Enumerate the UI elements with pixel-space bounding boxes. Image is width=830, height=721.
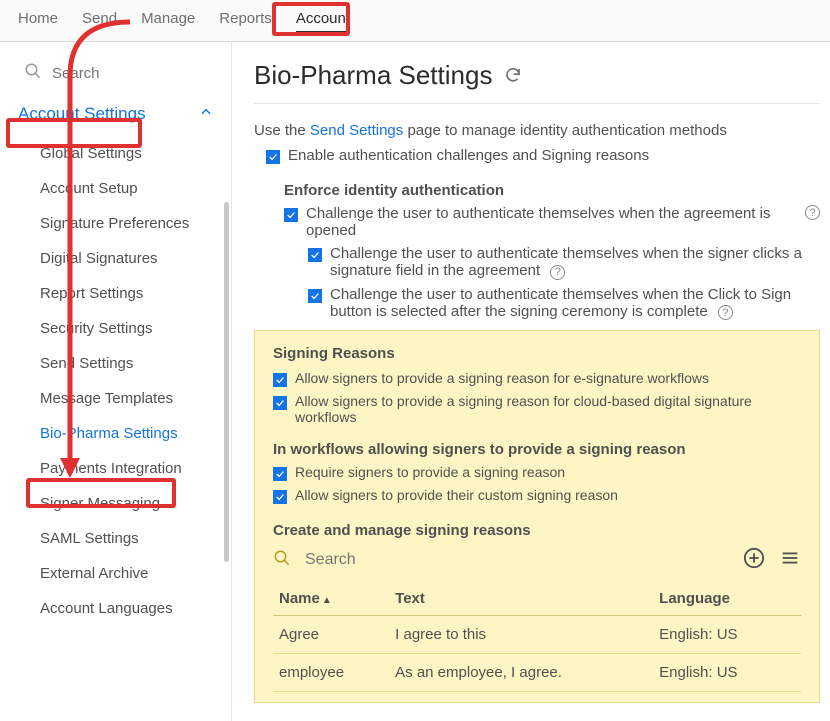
challenge-sigfield-label: Challenge the user to authenticate thems… (330, 245, 802, 279)
sidebar-item-report-settings[interactable]: Report Settings (0, 276, 231, 311)
sidebar-search-input[interactable] (52, 65, 192, 82)
hamburger-menu-icon[interactable] (779, 547, 801, 572)
help-icon[interactable]: ? (718, 305, 733, 320)
nav-home[interactable]: Home (18, 10, 58, 33)
send-settings-link[interactable]: Send Settings (310, 122, 403, 139)
signing-reasons-panel: Signing Reasons Allow signers to provide… (254, 330, 820, 703)
challenge-open-label: Challenge the user to authenticate thems… (306, 205, 791, 239)
page-title-text: Bio-Pharma Settings (254, 60, 492, 91)
reasons-table: Name▲ Text Language Agree I agree to thi… (273, 582, 801, 692)
page-title: Bio-Pharma Settings (254, 60, 820, 104)
sidebar-item-bio-pharma-settings[interactable]: Bio-Pharma Settings (0, 416, 231, 451)
checkbox-challenge-sigfield[interactable] (308, 248, 322, 262)
help-icon[interactable]: ? (805, 205, 820, 220)
checkbox-challenge-clicktosign[interactable] (308, 289, 322, 303)
allow-custom-label: Allow signers to provide their custom si… (295, 487, 618, 503)
search-icon (24, 62, 42, 84)
allow-cloud-label: Allow signers to provide a signing reaso… (295, 393, 801, 425)
checkbox-require-reason[interactable] (273, 467, 287, 481)
nav-manage[interactable]: Manage (141, 10, 195, 33)
sidebar-item-account-setup[interactable]: Account Setup (0, 171, 231, 206)
sort-asc-icon: ▲ (322, 595, 332, 606)
checkbox-challenge-open[interactable] (284, 208, 298, 222)
checkbox-allow-custom[interactable] (273, 490, 287, 504)
sidebar-section-label: Account Settings (18, 104, 146, 124)
sidebar-item-signature-preferences[interactable]: Signature Preferences (0, 206, 231, 241)
nav-reports[interactable]: Reports (219, 10, 272, 33)
sidebar-item-signer-messaging[interactable]: Signer Messaging (0, 486, 231, 521)
sidebar-item-security-settings[interactable]: Security Settings (0, 311, 231, 346)
sidebar: Account Settings Global Settings Account… (0, 42, 232, 721)
sidebar-item-saml-settings[interactable]: SAML Settings (0, 521, 231, 556)
sidebar-scrollbar[interactable] (224, 202, 229, 562)
create-reasons-heading: Create and manage signing reasons (273, 522, 801, 539)
workflows-heading: In workflows allowing signers to provide… (273, 441, 801, 458)
allow-esig-label: Allow signers to provide a signing reaso… (295, 370, 709, 386)
chevron-up-icon (199, 104, 213, 124)
help-icon[interactable]: ? (550, 265, 565, 280)
enable-auth-label: Enable authentication challenges and Sig… (288, 147, 649, 164)
refresh-icon[interactable] (504, 60, 522, 91)
sidebar-item-external-archive[interactable]: External Archive (0, 556, 231, 591)
col-text[interactable]: Text (389, 582, 653, 616)
sidebar-item-payments-integration[interactable]: Payments Integration (0, 451, 231, 486)
signing-reasons-heading: Signing Reasons (273, 345, 801, 362)
checkbox-allow-esig[interactable] (273, 373, 287, 387)
search-icon (273, 549, 291, 570)
top-nav: Home Send Manage Reports Account (0, 0, 830, 42)
sidebar-nav-list: Global Settings Account Setup Signature … (0, 132, 231, 630)
sidebar-item-message-templates[interactable]: Message Templates (0, 381, 231, 416)
require-reason-label: Require signers to provide a signing rea… (295, 464, 565, 480)
content-area: Bio-Pharma Settings Use the Send Setting… (232, 42, 830, 721)
table-row[interactable]: employee As an employee, I agree. Englis… (273, 654, 801, 692)
nav-account[interactable]: Account (296, 10, 350, 33)
reason-search-input[interactable] (305, 551, 729, 569)
checkbox-enable-auth[interactable] (266, 150, 280, 164)
sidebar-item-send-settings[interactable]: Send Settings (0, 346, 231, 381)
sidebar-item-digital-signatures[interactable]: Digital Signatures (0, 241, 231, 276)
enforce-identity-heading: Enforce identity authentication (284, 182, 820, 199)
nav-send[interactable]: Send (82, 10, 117, 33)
col-language[interactable]: Language (653, 582, 801, 616)
sidebar-section-account-settings[interactable]: Account Settings (0, 96, 231, 132)
sidebar-item-account-languages[interactable]: Account Languages (0, 591, 231, 626)
add-reason-button[interactable] (743, 547, 765, 572)
intro-text: Use the Send Settings page to manage ide… (254, 122, 820, 139)
table-row[interactable]: Agree I agree to this English: US (273, 616, 801, 654)
sidebar-item-global-settings[interactable]: Global Settings (0, 136, 231, 171)
col-name[interactable]: Name▲ (273, 582, 389, 616)
checkbox-allow-cloud[interactable] (273, 396, 287, 410)
